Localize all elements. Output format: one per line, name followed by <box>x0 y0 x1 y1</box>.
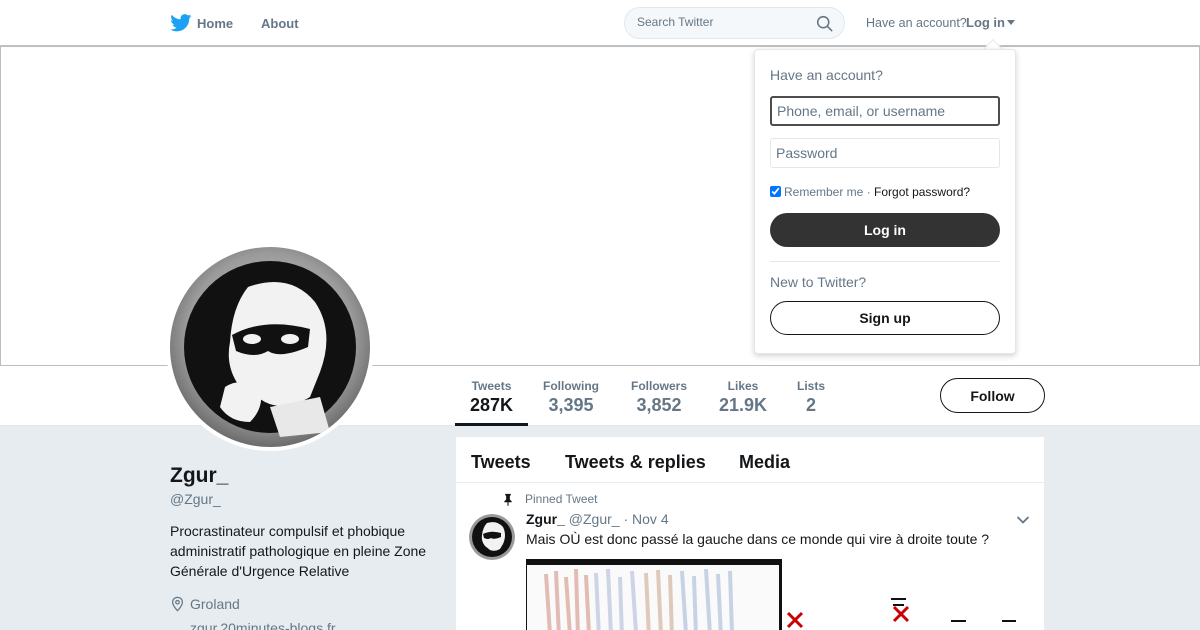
tab-tweets-replies[interactable]: Tweets & replies <box>565 452 706 473</box>
twitter-bird-icon[interactable] <box>170 14 192 32</box>
timeline: Tweets Tweets & replies Media Pinned Twe… <box>456 437 1044 630</box>
tab-media[interactable]: Media <box>739 452 790 473</box>
tweet-media-image[interactable] <box>526 559 1030 630</box>
login-dropdown-toggle[interactable]: Log in <box>966 15 1015 30</box>
profile-name[interactable]: Zgur_ <box>170 464 228 488</box>
stat-followers[interactable]: Followers 3,852 <box>631 379 687 416</box>
profile-location: Groland <box>170 596 240 612</box>
login-dropdown: Have an account? Remember me · Forgot pa… <box>754 49 1016 354</box>
tab-tweets[interactable]: Tweets <box>471 452 531 473</box>
new-to-twitter-text: New to Twitter? <box>770 274 867 290</box>
tweet-header: Zgur_ @Zgur_ · Nov 4 <box>526 511 669 527</box>
avatar-image <box>170 247 370 447</box>
stat-likes-label: Likes <box>727 379 759 393</box>
profile-handle[interactable]: @Zgur_ <box>170 491 221 507</box>
caret-down-icon <box>1007 20 1015 25</box>
stat-likes-value: 21.9K <box>719 395 768 415</box>
search-box <box>624 7 845 39</box>
password-field[interactable] <box>770 138 1000 168</box>
stat-following[interactable]: Following 3,395 <box>543 379 599 416</box>
tweet-author-handle[interactable]: @Zgur_ <box>569 511 620 527</box>
search-icon[interactable] <box>816 15 833 32</box>
profile-url[interactable]: zgur.20minutes-blogs.fr <box>170 620 336 630</box>
nav-about-link[interactable]: About <box>261 16 299 31</box>
remember-me-label[interactable]: Remember me <box>784 185 863 199</box>
follow-button[interactable]: Follow <box>940 378 1045 413</box>
profile-location-text: Groland <box>190 596 240 612</box>
profile-bio: Procrastinateur compulsif et phobique ad… <box>170 523 427 579</box>
profile-url-text[interactable]: zgur.20minutes-blogs.fr <box>190 620 336 630</box>
login-button[interactable]: Log in <box>770 213 1000 247</box>
remember-me-checkbox[interactable] <box>770 186 781 197</box>
tweet-author-name[interactable]: Zgur_ <box>526 511 565 527</box>
stat-following-label: Following <box>543 379 599 393</box>
stat-likes[interactable]: Likes 21.9K <box>719 379 767 416</box>
remember-row: Remember me · Forgot password? <box>770 185 970 199</box>
tweet-text: Mais OÙ est donc passé la gauche dans ce… <box>526 531 990 547</box>
chevron-down-icon[interactable] <box>1016 515 1030 525</box>
remember-separator: · <box>866 185 871 199</box>
pinned-tweet-label: Pinned Tweet <box>525 492 598 506</box>
stat-following-value: 3,395 <box>548 395 594 415</box>
tweet-date[interactable]: Nov 4 <box>632 511 669 527</box>
stat-lists-value: 2 <box>806 395 817 415</box>
timeline-tabs: Tweets Tweets & replies Media <box>456 437 1044 483</box>
link-icon <box>170 620 185 630</box>
stat-tweets-value: 287K <box>470 395 514 415</box>
tweet-separator: · <box>623 511 629 527</box>
search-input[interactable] <box>637 15 807 29</box>
have-account-text: Have an account? <box>866 16 967 30</box>
dropdown-divider <box>770 261 1000 262</box>
stat-lists[interactable]: Lists 2 <box>797 379 825 416</box>
profile-avatar[interactable] <box>166 243 374 451</box>
stat-tweets[interactable]: Tweets 287K <box>470 379 513 416</box>
tweet-author-avatar[interactable] <box>469 514 515 560</box>
top-navigation: Home About Have an account? Log in <box>0 0 1200 46</box>
stat-tweets-label: Tweets <box>471 379 512 393</box>
nav-home-link[interactable]: Home <box>197 16 233 31</box>
active-tab-underline <box>455 423 528 426</box>
dropdown-title: Have an account? <box>770 67 883 83</box>
stat-followers-label: Followers <box>631 379 688 393</box>
pushpin-icon <box>504 493 512 506</box>
location-pin-icon <box>171 596 184 612</box>
username-field[interactable] <box>770 96 1000 126</box>
login-toggle-label: Log in <box>966 15 1005 30</box>
stat-lists-label: Lists <box>797 379 826 393</box>
signup-button[interactable]: Sign up <box>770 301 1000 335</box>
forgot-password-link[interactable]: Forgot password? <box>874 185 970 199</box>
stat-followers-value: 3,852 <box>636 395 682 415</box>
